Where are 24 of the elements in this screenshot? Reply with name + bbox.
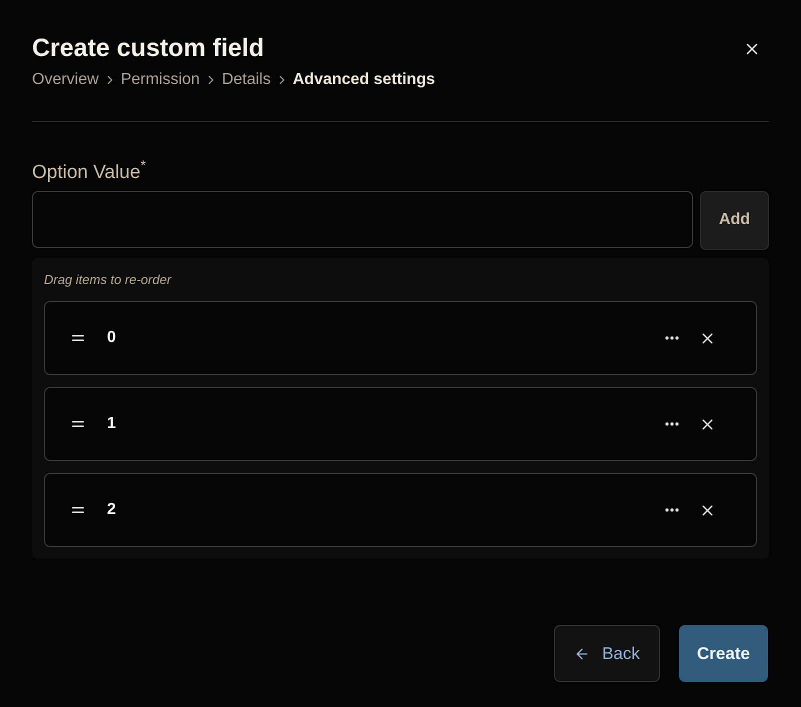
more-button[interactable] — [665, 508, 679, 512]
more-button[interactable] — [665, 336, 679, 340]
list-item[interactable]: 2 — [44, 473, 757, 547]
item-value: 1 — [107, 414, 116, 434]
breadcrumb-item[interactable]: Overview — [32, 68, 99, 92]
more-button[interactable] — [665, 422, 679, 426]
drag-hint: Drag items to re-order — [44, 270, 172, 289]
item-value: 2 — [107, 500, 116, 520]
breadcrumb-item[interactable]: Details — [222, 68, 271, 92]
back-button[interactable]: Back — [554, 625, 660, 682]
list-item[interactable]: 1 — [44, 387, 757, 461]
dialog-title: Create custom field — [32, 33, 264, 64]
more-icon — [665, 336, 679, 340]
add-button[interactable]: Add — [700, 190, 769, 250]
field-label: Option Value — [32, 161, 140, 185]
breadcrumb-item: Advanced settings — [292, 70, 435, 90]
item-value: 0 — [107, 328, 116, 348]
create-button[interactable]: Create — [679, 625, 768, 682]
more-icon — [665, 422, 679, 426]
breadcrumb-item[interactable]: Permission — [120, 68, 200, 92]
more-icon — [665, 508, 679, 512]
option-value-input[interactable] — [32, 190, 693, 248]
list-item[interactable]: 0 — [44, 301, 757, 375]
required-mark: * — [140, 156, 146, 175]
